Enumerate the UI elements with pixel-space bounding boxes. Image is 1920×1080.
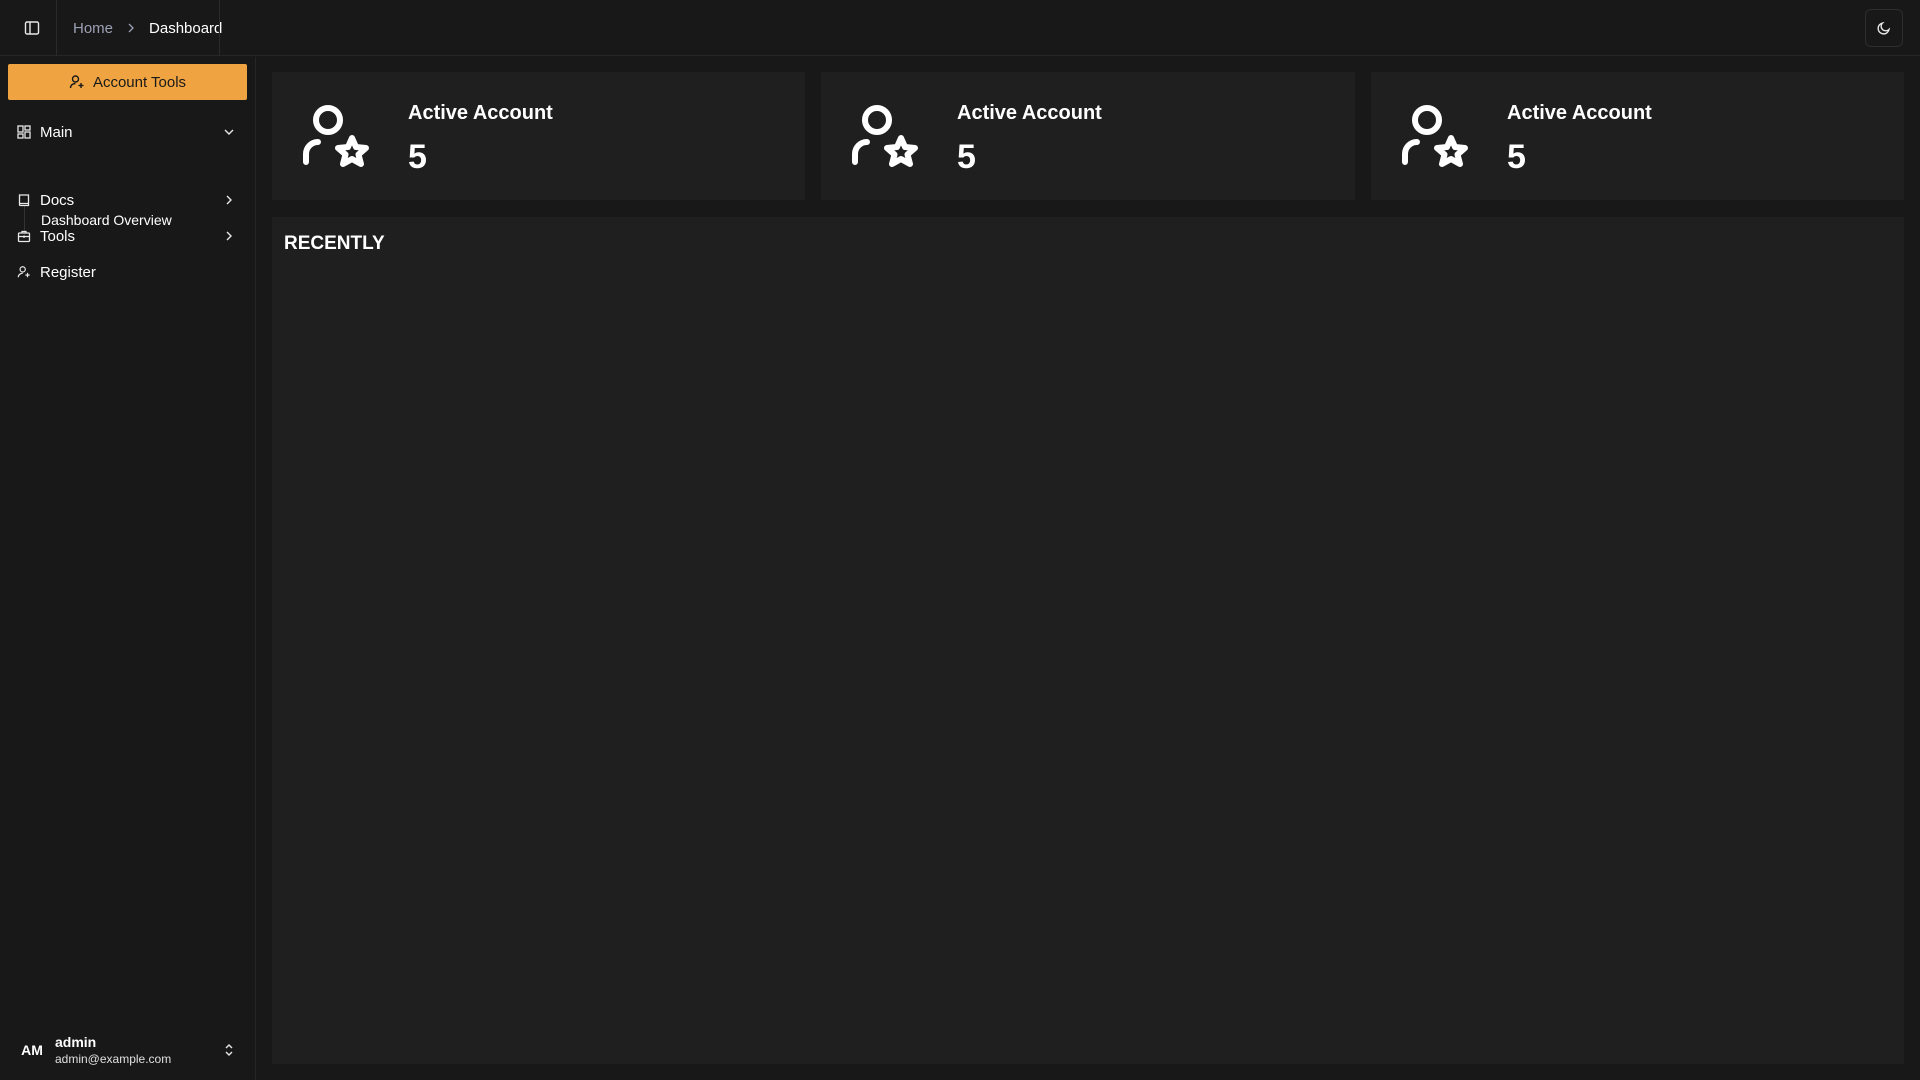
chevron-right-icon bbox=[221, 228, 237, 244]
top-bar: Home Dashboard bbox=[0, 0, 1920, 56]
user-star-icon bbox=[303, 105, 369, 167]
stat-card-value: 5 bbox=[408, 138, 427, 176]
sidebar-item-register[interactable]: Register bbox=[8, 257, 247, 287]
user-menu[interactable]: AM admin admin@example.com bbox=[8, 1028, 247, 1072]
stat-card-label: Active Account bbox=[1507, 102, 1652, 124]
avatar: AM bbox=[21, 1042, 43, 1058]
user-info: admin admin@example.com bbox=[55, 1034, 171, 1066]
top-bar-divider bbox=[56, 0, 57, 56]
user-email: admin@example.com bbox=[55, 1052, 172, 1066]
recent-panel: RECENTLY bbox=[272, 217, 1904, 1064]
user-star-icon bbox=[852, 105, 918, 167]
sidebar: Account Tools Main Dashboard Overview Do… bbox=[0, 57, 256, 1080]
sidebar-item-label: Tools bbox=[40, 227, 76, 245]
stat-card: Active Account 5 bbox=[821, 72, 1355, 200]
stat-card-label: Active Account bbox=[957, 102, 1102, 124]
theme-toggle-button[interactable] bbox=[1865, 9, 1903, 47]
recent-panel-title: RECENTLY bbox=[284, 233, 385, 254]
book-icon bbox=[16, 192, 32, 208]
stat-card-value: 5 bbox=[957, 138, 976, 176]
toolbox-icon bbox=[16, 228, 32, 244]
top-bar-divider bbox=[219, 0, 220, 56]
breadcrumb-home-link[interactable]: Home bbox=[73, 20, 113, 37]
chevrons-up-down-icon bbox=[221, 1042, 237, 1058]
sidebar-item-main[interactable]: Main bbox=[8, 117, 247, 147]
sidebar-item-label: Docs bbox=[40, 191, 75, 209]
stat-card-value: 5 bbox=[1507, 138, 1526, 176]
grid-icon bbox=[16, 124, 32, 140]
sidebar-toggle-button[interactable] bbox=[20, 16, 44, 40]
chevron-right-icon bbox=[125, 22, 137, 34]
stat-card: Active Account 5 bbox=[1371, 72, 1904, 200]
user-plus-icon bbox=[16, 264, 32, 280]
user-name: admin bbox=[55, 1034, 97, 1050]
account-tools-button[interactable]: Account Tools bbox=[8, 64, 247, 100]
breadcrumb-current-page: Dashboard bbox=[149, 19, 223, 37]
chevron-down-icon bbox=[221, 124, 237, 140]
sidebar-item-docs[interactable]: Docs bbox=[8, 185, 247, 215]
account-tools-label: Account Tools bbox=[92, 73, 187, 91]
sidebar-item-tools[interactable]: Tools bbox=[8, 221, 247, 251]
app-root: Home Dashboard Account Tools Main Dashbo… bbox=[0, 0, 1920, 1080]
stat-card: Active Account 5 bbox=[272, 72, 805, 200]
stat-card-label: Active Account bbox=[408, 102, 553, 124]
user-plus-icon bbox=[69, 75, 84, 89]
panel-left-icon bbox=[24, 21, 40, 35]
sidebar-item-label: Main bbox=[40, 123, 73, 141]
sidebar-item-label: Register bbox=[40, 263, 96, 281]
breadcrumb: Home Dashboard bbox=[73, 0, 222, 56]
user-star-icon bbox=[1402, 105, 1468, 167]
moon-icon bbox=[1877, 21, 1891, 35]
chevron-right-icon bbox=[221, 192, 237, 208]
